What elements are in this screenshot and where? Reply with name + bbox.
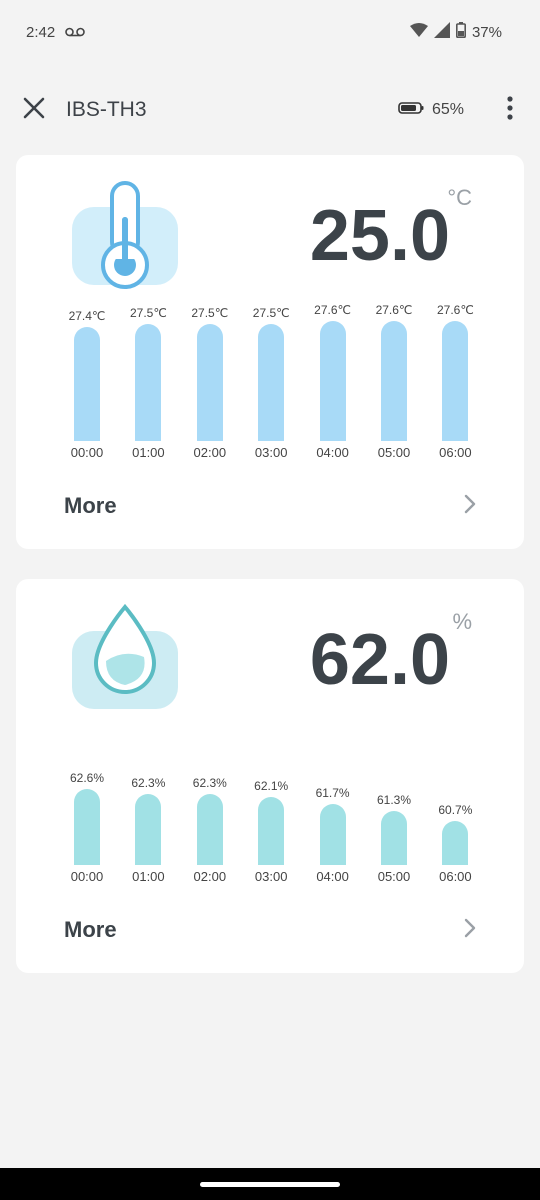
temperature-value: 25.0 <box>309 196 450 276</box>
humidity-more-button[interactable]: More <box>64 915 476 945</box>
humidity-bar-column: 61.7% <box>302 719 364 865</box>
humidity-bar[interactable] <box>319 804 346 865</box>
humidity-bar-value-label: 62.3% <box>192 775 227 790</box>
temperature-bar[interactable] <box>442 321 469 441</box>
temperature-bar-column: 27.5℃ <box>240 295 302 441</box>
temperature-bar-column: 27.6℃ <box>302 295 364 441</box>
system-nav-bar <box>0 1168 540 1200</box>
chevron-right-icon <box>464 918 476 943</box>
temperature-bar[interactable] <box>319 321 346 441</box>
close-icon <box>23 97 45 124</box>
temperature-bar[interactable] <box>74 327 100 441</box>
temperature-time-label: 05:00 <box>377 445 411 460</box>
humidity-bar-value-label: 61.3% <box>376 792 412 807</box>
battery-percent: 37% <box>471 23 502 41</box>
chevron-right-icon <box>464 494 476 519</box>
signal-icon <box>433 22 450 42</box>
overflow-menu-button[interactable] <box>500 95 520 125</box>
temperature-unit: °C <box>447 185 472 210</box>
humidity-unit: % <box>452 609 472 634</box>
temperature-bar-value-label: 27.6℃ <box>314 303 352 317</box>
humidity-time-label: 06:00 <box>439 869 472 884</box>
humidity-bar-column: 62.3% <box>179 719 241 865</box>
temperature-bar-value-label: 27.6℃ <box>436 303 474 317</box>
humidity-chart: 62.6% 62.3% 62.3% 62.1% 61.7% 61.3% 60.7% <box>56 719 496 865</box>
temperature-bar-column: 27.5℃ <box>117 295 179 441</box>
humidity-value: 62.0 <box>309 620 450 700</box>
temperature-bar-value-label: 27.5℃ <box>252 306 290 320</box>
humidity-bar-value-label: 60.7% <box>438 803 473 817</box>
humidity-bar-value-label: 62.3% <box>131 775 166 790</box>
humidity-bar-value-label: 61.7% <box>315 786 350 800</box>
wifi-icon <box>409 23 428 41</box>
humidity-card: 62.0 % 62.6% 62.3% 62.3% 62.1% 61.7% 61.3% 60.… <box>16 579 524 973</box>
humidity-time-label: 03:00 <box>254 869 288 884</box>
temperature-card: 25.0 °C 27.4℃ 27.5℃ 27.5℃ 27.5℃ 27.6℃ 27.6℃ 27… <box>16 155 524 549</box>
more-vert-icon <box>507 95 513 125</box>
temperature-time-label: 01:00 <box>132 445 165 460</box>
temperature-bar-value-label: 27.5℃ <box>129 306 167 320</box>
temperature-bar[interactable] <box>381 321 407 441</box>
humidity-time-axis: 00:00 01:00 02:00 03:00 04:00 05:00 06:00 <box>56 869 496 889</box>
humidity-bar[interactable] <box>258 797 285 865</box>
thermometer-icon <box>68 177 198 292</box>
temperature-bar-column: 27.6℃ <box>363 295 425 441</box>
temperature-bar-value-label: 27.5℃ <box>191 306 229 320</box>
battery-icon <box>455 22 466 42</box>
humidity-bar-column: 62.1% <box>240 719 302 865</box>
temperature-time-label: 00:00 <box>70 445 104 460</box>
humidity-bar[interactable] <box>196 793 223 865</box>
humidity-time-label: 05:00 <box>377 869 411 884</box>
humidity-bar-column: 62.3% <box>117 719 179 865</box>
temperature-chart: 27.4℃ 27.5℃ 27.5℃ 27.5℃ 27.6℃ 27.6℃ 27.6℃ <box>56 295 496 441</box>
temperature-bar[interactable] <box>135 324 162 441</box>
voicemail-icon <box>65 24 86 41</box>
temperature-bar-column: 27.6℃ <box>424 295 486 441</box>
humidity-bar-column: 62.6% <box>56 719 118 865</box>
humidity-time-label: 04:00 <box>316 869 349 884</box>
status-time: 2:42 <box>26 23 56 41</box>
status-bar: 2:42 37% <box>0 0 540 64</box>
temperature-time-label: 03:00 <box>254 445 288 460</box>
sensor-battery-icon <box>398 101 424 119</box>
temperature-bar-value-label: 27.6℃ <box>375 303 413 317</box>
temperature-bar-column: 27.5℃ <box>179 295 241 441</box>
water-drop-icon <box>68 601 198 716</box>
more-label: More <box>64 493 117 518</box>
temperature-time-label: 04:00 <box>316 445 349 460</box>
sensor-battery: 65% <box>398 101 464 119</box>
humidity-bar[interactable] <box>74 788 100 865</box>
humidity-bar[interactable] <box>442 821 469 865</box>
close-button[interactable] <box>20 96 48 124</box>
humidity-bar[interactable] <box>135 793 162 865</box>
home-gesture-handle[interactable] <box>200 1182 340 1187</box>
humidity-bar-value-label: 62.1% <box>254 779 289 794</box>
humidity-time-label: 00:00 <box>70 869 104 884</box>
humidity-bar-column: 60.7% <box>424 719 486 865</box>
humidity-bar[interactable] <box>381 810 407 865</box>
temperature-bar-value-label: 27.4℃ <box>68 309 106 323</box>
humidity-time-label: 01:00 <box>132 869 165 884</box>
humidity-bar-value-label: 62.6% <box>69 770 105 785</box>
temperature-bar-column: 27.4℃ <box>56 295 118 441</box>
humidity-time-label: 02:00 <box>193 869 227 884</box>
page-title: IBS-TH3 <box>66 98 147 121</box>
temperature-bar[interactable] <box>258 324 285 441</box>
temperature-time-axis: 00:00 01:00 02:00 03:00 04:00 05:00 06:00 <box>56 445 496 465</box>
humidity-bar-column: 61.3% <box>363 719 425 865</box>
temperature-bar[interactable] <box>196 324 223 441</box>
more-label: More <box>64 917 117 942</box>
sensor-battery-percent: 65% <box>431 101 464 118</box>
temperature-more-button[interactable]: More <box>64 491 476 521</box>
temperature-time-label: 02:00 <box>193 445 227 460</box>
app-bar: IBS-TH3 65% <box>0 80 540 140</box>
temperature-time-label: 06:00 <box>439 445 472 460</box>
